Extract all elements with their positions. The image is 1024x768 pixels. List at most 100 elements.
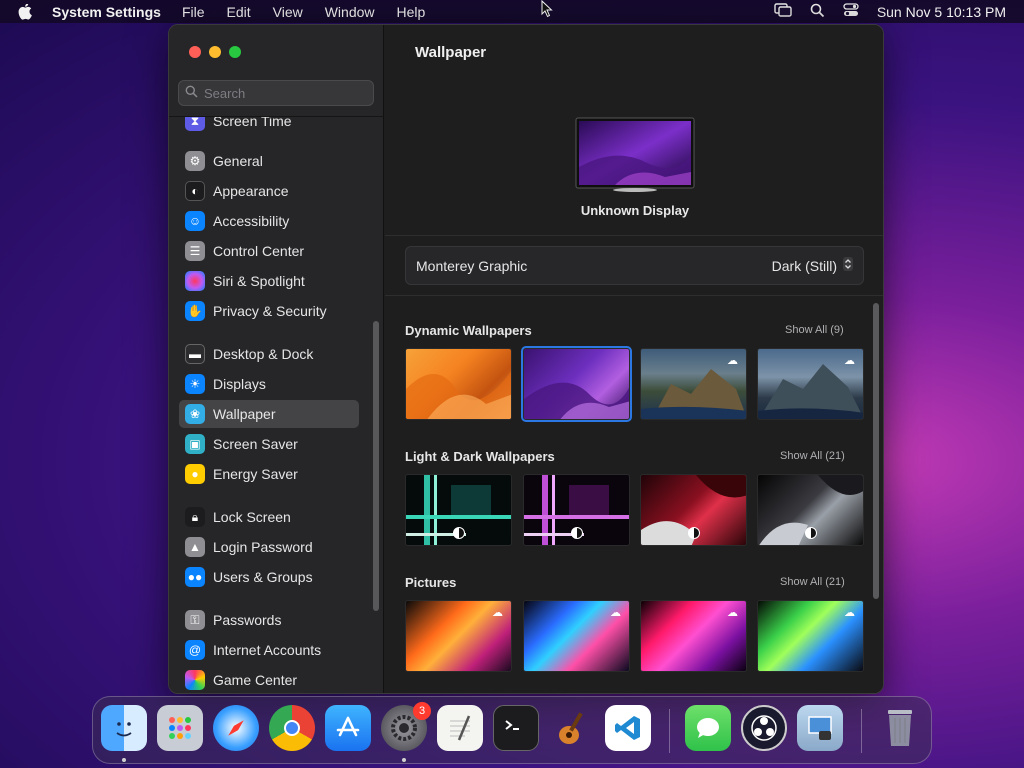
wallpaper-thumbnail[interactable]: ☁ <box>405 600 512 672</box>
zoom-window-button[interactable] <box>229 46 241 58</box>
wallpaper-thumbnail[interactable]: ☁ <box>523 600 630 672</box>
sidebar-item-control-center[interactable]: ☰ Control Center <box>179 237 359 265</box>
menu-edit[interactable]: Edit <box>227 4 251 20</box>
wallpaper-thumbnail[interactable] <box>757 474 864 546</box>
appearance-popup-value: Dark (Still) <box>771 257 837 274</box>
main-pane: Wallpaper Unknown Display Monterey Graph… <box>385 25 883 693</box>
minimize-window-button[interactable] <box>209 46 221 58</box>
sidebar-item-label: Game Center <box>213 672 298 688</box>
sidebar-item-screen-time[interactable]: ⧗ Screen Time <box>179 117 359 135</box>
control-center-icon[interactable] <box>843 3 859 20</box>
sidebar-item-label: Screen Saver <box>213 436 298 452</box>
sidebar-item-lock-screen[interactable]: 🔒︎ Lock Screen <box>179 503 359 531</box>
search-input[interactable] <box>204 85 364 101</box>
padlock-icon: ▲ <box>185 537 205 557</box>
menu-app-name[interactable]: System Settings <box>52 4 161 20</box>
menu-view[interactable]: View <box>273 4 303 20</box>
sidebar-item-screen-saver[interactable]: ▣ Screen Saver <box>179 430 359 458</box>
clock[interactable]: Sun Nov 5 10:13 PM <box>877 4 1006 20</box>
screen-mirroring-icon[interactable] <box>774 3 792 20</box>
search-icon <box>185 85 198 101</box>
sidebar-item-internet-accounts[interactable]: @ Internet Accounts <box>179 636 359 664</box>
spotlight-search-icon[interactable] <box>810 3 825 21</box>
dock-app-store-icon[interactable] <box>325 705 371 751</box>
sidebar-item-label: Energy Saver <box>213 466 298 482</box>
dock-finder-icon[interactable] <box>101 705 147 751</box>
sidebar-item-label: Control Center <box>213 243 305 259</box>
dock-trash-icon[interactable] <box>877 705 923 751</box>
menu-window[interactable]: Window <box>325 4 375 20</box>
search-field[interactable] <box>178 80 374 106</box>
dock-messages-icon[interactable] <box>685 705 731 751</box>
sidebar-item-wallpaper[interactable]: ❀ Wallpaper <box>179 400 359 428</box>
main-scrollbar[interactable] <box>873 303 879 599</box>
dock-running-indicator <box>402 758 406 762</box>
light-dark-mode-icon <box>453 527 465 539</box>
close-window-button[interactable] <box>189 46 201 58</box>
dock-terminal-icon[interactable] <box>493 705 539 751</box>
screen-saver-icon: ▣ <box>185 434 205 454</box>
wallpaper-thumbnail[interactable] <box>405 348 512 420</box>
dock-obs-icon[interactable] <box>741 705 787 751</box>
desktop-icon: ▬ <box>185 344 205 364</box>
game-center-icon <box>185 670 205 690</box>
sidebar-item-label: Screen Time <box>213 117 292 129</box>
show-all-light-dark-button[interactable]: Show All (21) <box>780 450 845 462</box>
dock: 3 <box>92 696 932 764</box>
sidebar-item-label: Privacy & Security <box>213 303 327 319</box>
sidebar-item-label: Wallpaper <box>213 406 276 422</box>
bulb-icon: ● <box>185 464 205 484</box>
sidebar-item-desktop-dock[interactable]: ▬ Desktop & Dock <box>179 340 359 368</box>
dock-separator <box>861 709 862 753</box>
sidebar-item-game-center[interactable]: Game Center <box>179 666 359 693</box>
menu-file[interactable]: File <box>182 4 205 20</box>
wallpaper-thumbnail[interactable]: ☁ <box>757 348 864 420</box>
sidebar-item-energy-saver[interactable]: ● Energy Saver <box>179 460 359 488</box>
light-dark-mode-icon <box>688 527 700 539</box>
appearance-popup-button[interactable]: Dark (Still) <box>772 257 853 274</box>
download-cloud-icon: ☁ <box>844 607 855 619</box>
show-all-pictures-button[interactable]: Show All (21) <box>780 576 845 588</box>
wallpaper-thumbnail[interactable]: ☁ <box>757 600 864 672</box>
download-cloud-icon: ☁ <box>844 355 855 367</box>
section-title-light-dark: Light & Dark Wallpapers <box>405 449 555 464</box>
sidebar-item-general[interactable]: ⚙ General <box>179 147 359 175</box>
sidebar-item-users-groups[interactable]: ●● Users & Groups <box>179 563 359 591</box>
wallpaper-thumbnail[interactable] <box>405 474 512 546</box>
wallpaper-thumbnail[interactable] <box>640 474 747 546</box>
sidebar-item-privacy-security[interactable]: ✋ Privacy & Security <box>179 297 359 325</box>
at-icon: @ <box>185 640 205 660</box>
wallpaper-thumbnail[interactable] <box>523 474 630 546</box>
sidebar-item-siri-spotlight[interactable]: Siri & Spotlight <box>179 267 359 295</box>
dock-garageband-icon[interactable] <box>549 705 595 751</box>
section-title-pictures: Pictures <box>405 575 457 590</box>
sidebar-item-label: Users & Groups <box>213 569 313 585</box>
wallpaper-thumbnail[interactable]: ☁ <box>640 348 747 420</box>
hand-icon: ✋ <box>185 301 205 321</box>
wallpaper-name: Monterey Graphic <box>416 257 528 274</box>
dock-vscode-icon[interactable] <box>605 705 651 751</box>
wallpaper-thumbnail-selected[interactable] <box>521 346 632 422</box>
show-all-dynamic-button[interactable]: Show All (9) <box>785 324 844 336</box>
sidebar-item-label: Lock Screen <box>213 509 291 525</box>
display-name: Unknown Display <box>580 203 690 218</box>
sidebar-list: ⧗ Screen Time ⚙ General ◐ Appearance ☺ A… <box>169 117 384 693</box>
sidebar-item-passwords[interactable]: ⚿ Passwords <box>179 606 359 634</box>
sidebar-item-displays[interactable]: ☀ Displays <box>179 370 359 398</box>
dock-safari-icon[interactable] <box>213 705 259 751</box>
sidebar-item-label: Internet Accounts <box>213 642 322 658</box>
sidebar-item-login-password[interactable]: ▲ Login Password <box>179 533 359 561</box>
sidebar-item-accessibility[interactable]: ☺ Accessibility <box>179 207 359 235</box>
sidebar-item-label: Appearance <box>213 183 289 199</box>
apple-menu-icon[interactable] <box>18 3 36 20</box>
separator <box>385 295 883 296</box>
sidebar-scrollbar[interactable] <box>373 321 379 611</box>
dock-launchpad-icon[interactable] <box>157 705 203 751</box>
users-icon: ●● <box>185 567 205 587</box>
dock-preview-icon[interactable] <box>797 705 843 751</box>
dock-textedit-icon[interactable] <box>437 705 483 751</box>
dock-chrome-icon[interactable] <box>269 705 315 751</box>
menu-help[interactable]: Help <box>397 4 426 20</box>
wallpaper-thumbnail[interactable]: ☁ <box>640 600 747 672</box>
sidebar-item-appearance[interactable]: ◐ Appearance <box>179 177 359 205</box>
